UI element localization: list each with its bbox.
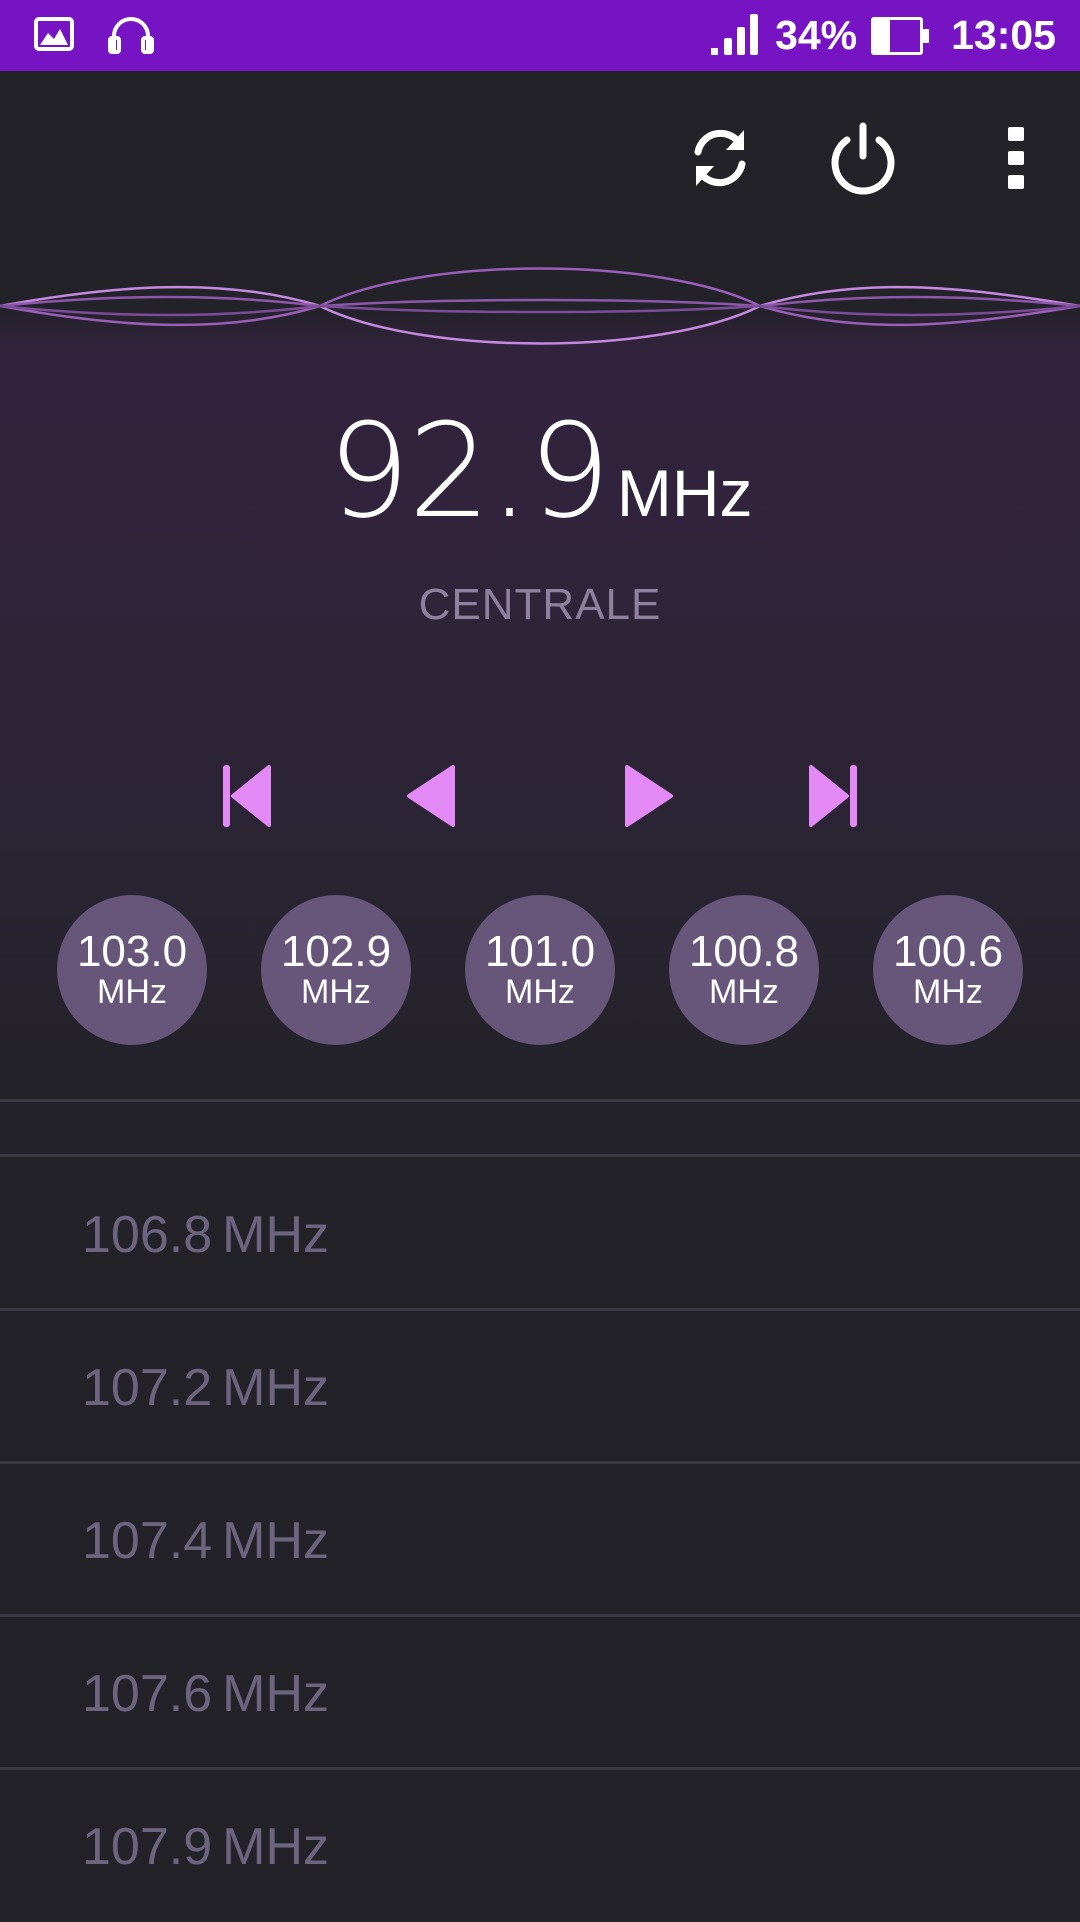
step-backward-icon[interactable] <box>389 756 469 836</box>
headphones-icon <box>108 14 154 59</box>
preset-button[interactable]: 100.6 MHz <box>873 895 1023 1045</box>
station-unit: MHz <box>222 1665 330 1723</box>
preset-button[interactable]: 103.0 MHz <box>57 895 207 1045</box>
divider <box>0 1767 1080 1770</box>
station-list-item[interactable]: 107.9 MHz <box>0 1772 1080 1922</box>
preset-unit: MHz <box>913 973 983 1011</box>
preset-frequency: 103.0 <box>76 927 188 976</box>
station-unit: MHz <box>222 1818 330 1876</box>
station-name: CENTRALE <box>418 580 662 629</box>
preset-frequency: 102.9 <box>280 927 392 976</box>
divider <box>0 1099 1080 1102</box>
station-list-item[interactable]: 106.8 MHz <box>0 1160 1080 1310</box>
power-icon[interactable] <box>823 118 903 198</box>
preset-unit: MHz <box>709 973 779 1011</box>
waveform-graphic <box>0 267 1080 345</box>
divider <box>0 1154 1080 1157</box>
station-frequency: 107.6 <box>82 1665 213 1723</box>
preset-frequency: 100.8 <box>688 927 800 976</box>
preset-frequency: 100.6 <box>892 927 1004 976</box>
skip-next-icon[interactable] <box>797 756 877 836</box>
divider <box>0 1461 1080 1464</box>
frequency-value: 92.9 <box>327 395 610 547</box>
station-list-item[interactable]: 107.4 MHz <box>0 1466 1080 1616</box>
signal-icon <box>709 10 761 61</box>
station-frequency: 107.9 <box>82 1818 213 1876</box>
clock: 13:05 <box>951 12 1056 58</box>
preset-unit: MHz <box>301 973 371 1011</box>
step-forward-icon[interactable] <box>611 756 691 836</box>
station-frequency: 107.2 <box>82 1359 213 1417</box>
current-frequency: 92.9 MHz <box>0 395 1080 547</box>
divider <box>0 1308 1080 1311</box>
preset-unit: MHz <box>505 973 575 1011</box>
refresh-icon[interactable] <box>680 118 760 198</box>
gallery-icon <box>34 17 74 56</box>
battery-percent: 34% <box>775 12 858 58</box>
divider <box>0 1614 1080 1617</box>
preset-button[interactable]: 100.8 MHz <box>669 895 819 1045</box>
preset-unit: MHz <box>97 973 167 1011</box>
frequency-unit: MHz <box>616 456 753 530</box>
toolbar <box>0 71 1080 246</box>
station-frequency: 107.4 <box>82 1512 213 1570</box>
station-unit: MHz <box>222 1512 330 1570</box>
station-unit: MHz <box>222 1359 330 1417</box>
more-vert-icon[interactable] <box>976 118 1056 198</box>
station-list-item[interactable]: 107.6 MHz <box>0 1619 1080 1769</box>
preset-frequency: 101.0 <box>484 927 596 976</box>
battery-icon <box>871 16 930 55</box>
preset-button[interactable]: 102.9 MHz <box>261 895 411 1045</box>
preset-button[interactable]: 101.0 MHz <box>465 895 615 1045</box>
station-list-item[interactable]: 107.2 MHz <box>0 1313 1080 1463</box>
station-unit: MHz <box>222 1206 330 1264</box>
status-bar: 34% 13:05 <box>0 0 1080 71</box>
skip-previous-icon[interactable] <box>203 756 283 836</box>
station-frequency: 106.8 <box>82 1206 213 1264</box>
